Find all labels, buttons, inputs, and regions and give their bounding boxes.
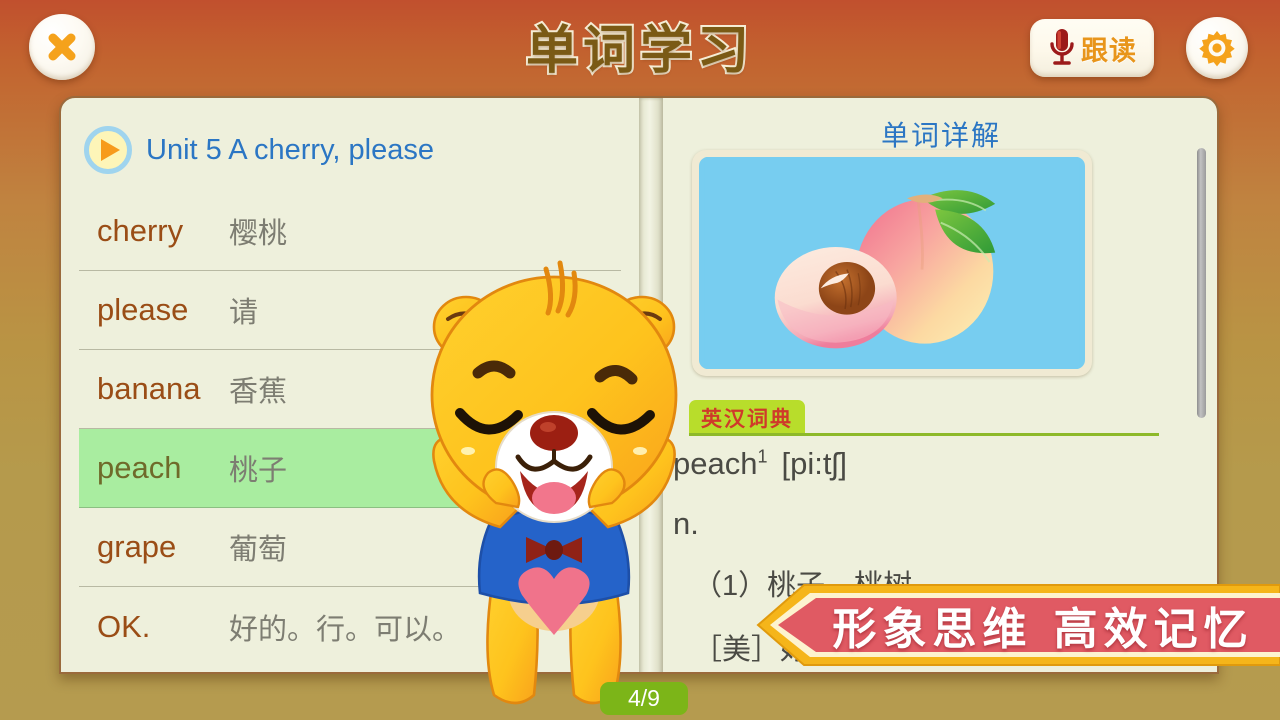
word-english: grape [97, 529, 177, 564]
microphone-icon [1050, 29, 1074, 65]
dictionary-tag: 英汉词典 [689, 400, 805, 435]
dictionary-part-of-speech: n. [673, 506, 699, 541]
dictionary-pronunciation: [pi:tʃ] [781, 446, 847, 481]
word-english: peach [97, 450, 182, 485]
dictionary-divider [689, 433, 1159, 436]
app-header: 单词学习 跟读 [0, 0, 1280, 96]
follow-read-button[interactable]: 跟读 [1030, 19, 1154, 77]
unit-header: Unit 5 A cherry, please [61, 120, 639, 180]
word-chinese: 桃子 [229, 455, 288, 487]
bear-mascot [430, 260, 678, 705]
follow-read-label: 跟读 [1081, 35, 1137, 66]
promo-banner: 形象思维 高效记忆 [748, 583, 1280, 667]
play-triangle-icon [101, 139, 120, 161]
word-chinese: 樱桃 [229, 218, 288, 250]
unit-title: Unit 5 A cherry, please [146, 133, 435, 166]
word-english: banana [97, 371, 201, 406]
word-chinese: 葡萄 [229, 534, 288, 566]
dictionary-headword-line: peach1 [pi:tʃ] [669, 446, 1189, 482]
play-audio-button[interactable] [84, 126, 132, 174]
dictionary-superscript: 1 [757, 446, 768, 467]
gear-icon [1199, 31, 1235, 67]
word-image-frame [692, 150, 1092, 376]
promo-banner-text: 形象思维 高效记忆 [832, 604, 1254, 655]
detail-panel-title: 单词详解 [880, 120, 1001, 151]
page-indicator: 4/9 [600, 682, 688, 715]
settings-button[interactable] [1186, 17, 1248, 79]
word-english: OK. [97, 608, 151, 644]
right-page-scrollbar[interactable] [1197, 148, 1206, 418]
word-chinese: 请 [229, 297, 259, 329]
word-chinese: 香蕉 [229, 376, 288, 408]
word-english: cherry [97, 213, 184, 248]
peach-illustration [699, 157, 1085, 369]
word-english: please [97, 292, 189, 327]
